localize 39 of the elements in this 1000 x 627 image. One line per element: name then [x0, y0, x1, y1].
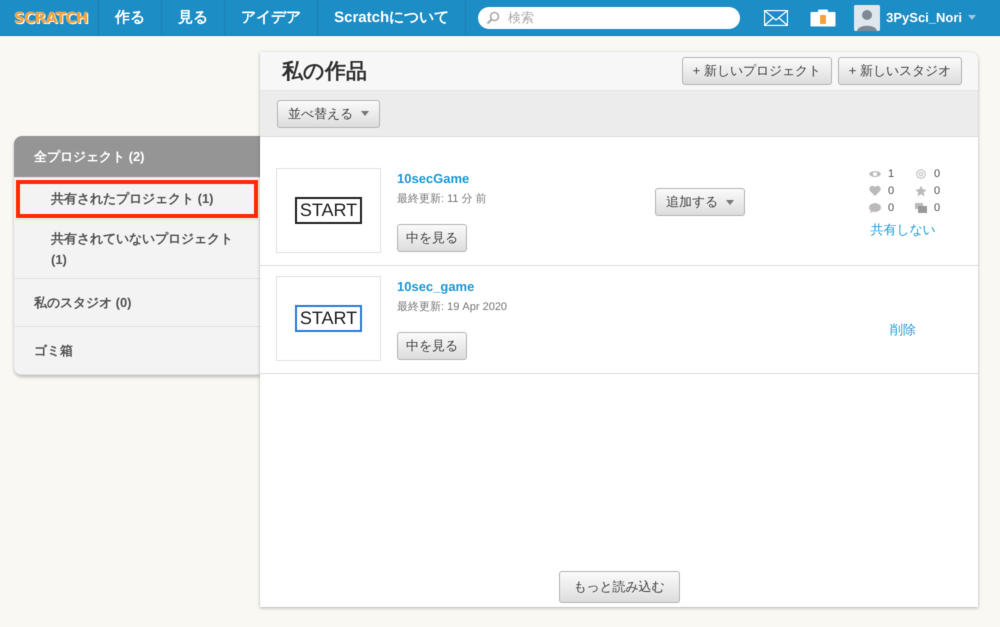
nav-link[interactable]: 作る	[99, 0, 162, 35]
envelope-icon[interactable]	[764, 10, 788, 26]
caret-icon	[726, 200, 734, 204]
page-title: 私の作品	[282, 59, 368, 85]
eye-icon	[868, 168, 882, 180]
caret-icon	[361, 111, 369, 116]
nav-link[interactable]: アイデア	[225, 0, 318, 35]
see-inside-button[interactable]: 中を見る	[397, 224, 467, 252]
project-thumbnail[interactable]: START	[276, 276, 381, 361]
search-field[interactable]: 検索	[478, 6, 740, 28]
see-inside-button[interactable]: 中を見る	[397, 332, 467, 360]
caret-icon	[968, 15, 976, 20]
stat-count: 0	[868, 202, 914, 214]
stacked-squares-icon	[914, 202, 928, 214]
load-more-button[interactable]: もっと読み込む	[558, 571, 680, 603]
last-updated-text: 最終更新: 11 分 前	[397, 192, 488, 206]
stat-count: 0	[868, 185, 914, 197]
add-to-dropdown[interactable]: 追加する	[655, 188, 745, 216]
avatar-silhouette[interactable]	[854, 4, 880, 30]
new-item-button[interactable]: + 新しいスタジオ	[838, 57, 962, 85]
swirl-icon	[914, 168, 928, 180]
heart-icon	[868, 185, 882, 197]
stat-count: 0	[914, 168, 944, 180]
thumbnail-text: START	[294, 197, 362, 224]
last-updated-text: 最終更新: 19 Apr 2020	[397, 300, 508, 314]
folder-icon[interactable]	[810, 8, 836, 26]
nav-link[interactable]: 見る	[162, 0, 226, 35]
stat-count: 0	[914, 185, 944, 197]
star-icon	[914, 185, 928, 197]
stat-count: 1	[868, 168, 914, 180]
sort-dropdown[interactable]: 並べ替える	[277, 100, 380, 128]
new-item-button[interactable]: + 新しいプロジェクト	[682, 57, 832, 85]
sidebar-item[interactable]: 共有されたプロジェクト (1)	[14, 178, 260, 220]
speech-bubble-icon	[868, 202, 882, 214]
username[interactable]: 3PySci_Nori	[886, 10, 962, 25]
project-thumbnail[interactable]: START	[276, 168, 381, 253]
nav-link[interactable]: Scratchについて	[318, 0, 466, 35]
thumbnail-text: START	[294, 305, 362, 332]
stat-count: 0	[914, 202, 944, 214]
